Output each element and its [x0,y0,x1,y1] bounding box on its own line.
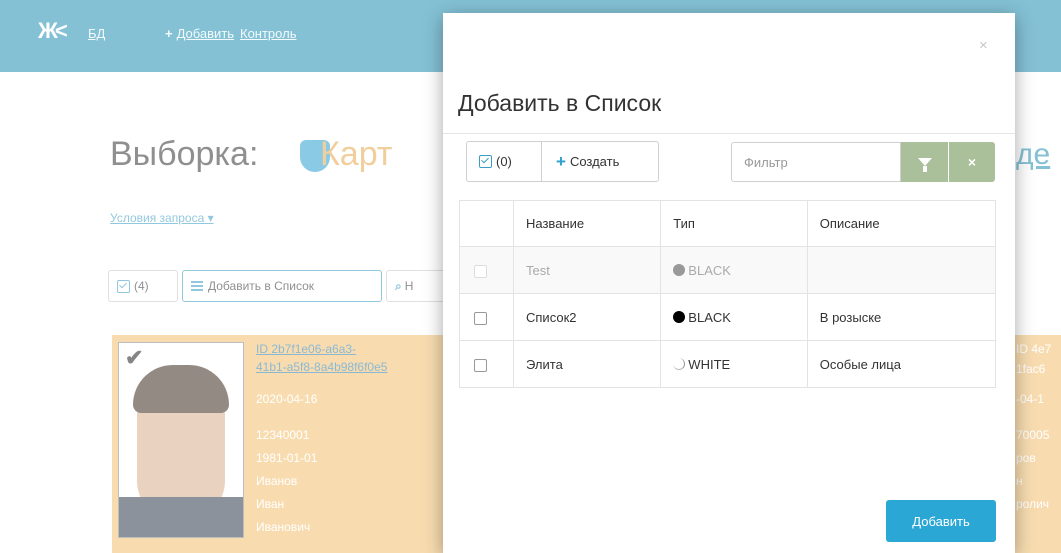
type-dot-icon [673,357,686,370]
row-description [806,246,997,294]
row-description: Особые лица [806,340,997,388]
add-to-list-modal: Добавить в Список × (0) + Создать Фильтр… [443,13,1015,553]
row-checkbox [474,264,487,278]
row-type: BLACK [688,309,731,325]
table-header-row: Название Тип Описание [459,200,997,247]
row-type-cell: BLACK [660,293,808,341]
row-checkbox[interactable] [474,311,487,325]
filter-icon [917,158,932,172]
table-row[interactable]: Список2 BLACK В розыске [459,293,997,341]
row-checkbox-cell [459,340,514,388]
row-checkbox[interactable] [474,358,487,372]
type-dot-icon [673,263,686,276]
modal-select-count-label: (0) [496,154,512,169]
lists-table: Название Тип Описание Test BLACK Список2… [459,200,997,388]
column-header-name[interactable]: Название [512,200,662,247]
filter-apply-button[interactable] [901,142,948,182]
row-type-cell: WHITE [660,340,808,388]
close-icon[interactable]: × [979,37,988,54]
modal-divider [443,133,1015,134]
header-checkbox-cell [459,200,514,247]
filter-clear-button[interactable]: × [949,142,995,182]
row-type: BLACK [688,262,731,278]
create-list-label: Создать [569,154,620,169]
checkbox-icon [479,155,492,168]
row-description: В розыске [806,293,997,341]
column-header-description[interactable]: Описание [806,200,997,247]
table-row: Test BLACK [459,246,997,294]
modal-select-count-button[interactable]: (0) [466,141,542,182]
row-name: Test [512,246,662,294]
submit-add-button[interactable]: Добавить [886,500,996,542]
modal-title: Добавить в Список [458,90,662,116]
row-type: WHITE [688,356,731,372]
column-header-type[interactable]: Тип [660,200,808,247]
row-name: Список2 [512,293,662,341]
plus-icon: + [556,151,566,171]
row-type-cell: BLACK [660,246,808,294]
row-checkbox-cell [459,246,514,294]
filter-input[interactable]: Фильтр [731,142,901,182]
type-dot-icon [673,310,686,323]
row-name: Элита [512,340,662,388]
table-row[interactable]: Элита WHITE Особые лица [459,340,997,388]
row-checkbox-cell [459,293,514,341]
create-list-button[interactable]: + Создать [541,141,659,182]
